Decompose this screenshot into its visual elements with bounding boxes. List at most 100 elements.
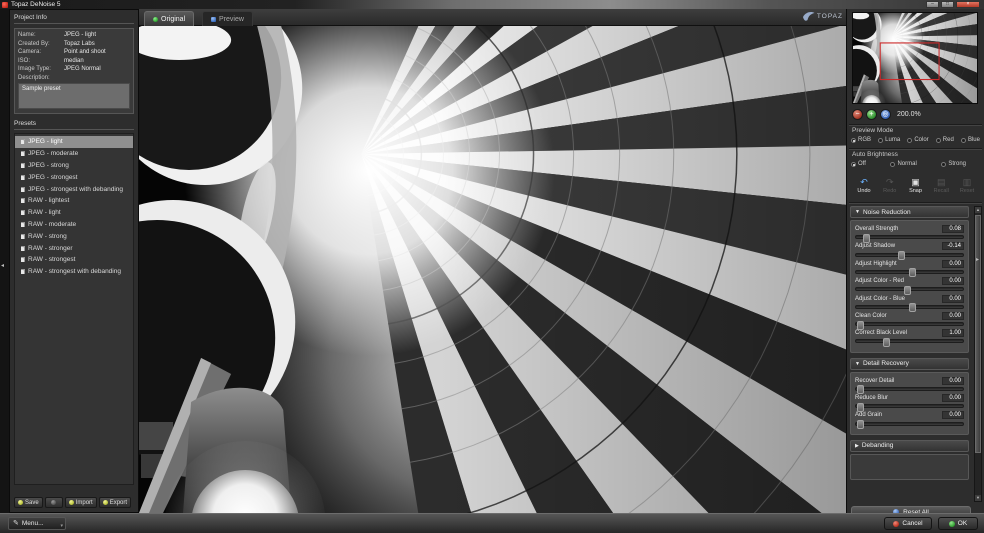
auto-brightness-option-off[interactable]: Off — [851, 161, 866, 167]
zoom-fit-button[interactable]: ◎ — [880, 109, 891, 120]
preset-item[interactable]: JPEG - strongest with debanding — [15, 183, 133, 195]
slider-value[interactable]: 0.00 — [942, 411, 964, 419]
slider-track[interactable] — [855, 322, 964, 326]
preset-item[interactable]: RAW - moderate — [15, 219, 133, 231]
toolbar-button-label: Redo — [883, 188, 896, 194]
slider-track[interactable] — [855, 270, 964, 274]
preset-item-label: RAW - light — [28, 209, 61, 216]
slider-value[interactable]: 0.00 — [942, 394, 964, 402]
slider-knob[interactable] — [857, 420, 864, 429]
reset-button[interactable]: ▥Reset — [955, 172, 979, 200]
slider-value[interactable]: 0.00 — [942, 295, 964, 303]
navigator-thumbnail[interactable] — [852, 12, 978, 104]
preset-item[interactable]: RAW - strongest — [15, 254, 133, 266]
slider-knob[interactable] — [904, 286, 911, 295]
redo-button[interactable]: ↷Redo — [878, 172, 902, 200]
auto-brightness-option-normal[interactable]: Normal — [890, 161, 916, 167]
slider-track[interactable] — [855, 404, 964, 408]
scrollbar-thumb[interactable] — [975, 215, 981, 453]
slider-track[interactable] — [855, 253, 964, 257]
slider-value[interactable]: 1.00 — [942, 329, 964, 337]
preset-item[interactable]: RAW - strongest with debanding — [15, 266, 133, 278]
zoom-out-button[interactable]: − — [852, 109, 863, 120]
import-preset-button[interactable]: Import — [65, 497, 97, 508]
close-button[interactable]: × — [956, 1, 980, 8]
description-field[interactable]: Sample preset — [18, 83, 130, 109]
export-preset-button[interactable]: Export — [99, 497, 131, 508]
redo-icon: ↷ — [886, 178, 894, 187]
slider-value[interactable]: 0.08 — [942, 225, 964, 233]
preset-item[interactable]: JPEG - strong — [15, 160, 133, 172]
maximize-button[interactable]: □ — [941, 1, 954, 8]
preset-file-icon — [21, 151, 25, 156]
slider-label: Recover Detail — [855, 378, 894, 384]
preview-mode-option-luma[interactable]: Luma — [878, 137, 900, 143]
adjustments-scrollbar[interactable]: ▲ ▼ — [974, 206, 982, 502]
preview-mode-option-color[interactable]: Color — [907, 137, 928, 143]
info-label: Name: — [18, 32, 64, 38]
slider-track[interactable] — [855, 339, 964, 343]
slider-track[interactable] — [855, 305, 964, 309]
radio-icon — [907, 138, 912, 143]
slider-knob[interactable] — [898, 251, 905, 260]
preset-item[interactable]: RAW - light — [15, 207, 133, 219]
cancel-button[interactable]: Cancel — [884, 517, 932, 530]
radio-icon — [878, 138, 883, 143]
slider-knob[interactable] — [863, 234, 870, 243]
topaz-logo: TOPAZ — [802, 11, 843, 22]
preview-mode-option-blue[interactable]: Blue — [961, 137, 980, 143]
minimize-button[interactable]: – — [926, 1, 939, 8]
snap-button[interactable]: ▣Snap — [904, 172, 928, 200]
slider-knob[interactable] — [909, 268, 916, 277]
slider-value[interactable]: -0.14 — [942, 242, 964, 250]
slider-knob[interactable] — [857, 385, 864, 394]
section-header-detail-recovery[interactable]: ▼Detail Recovery — [850, 358, 969, 370]
radio-label: Color — [914, 137, 928, 143]
project-info-box: Name:JPEG - lightCreated By:Topaz LabsCa… — [14, 28, 134, 114]
slider-knob[interactable] — [883, 338, 890, 347]
scroll-up-icon[interactable]: ▲ — [975, 207, 981, 213]
tab-preview[interactable]: Preview — [202, 11, 253, 26]
ok-button[interactable]: OK — [938, 517, 978, 530]
zoom-in-button[interactable]: + — [866, 109, 877, 120]
slider-track[interactable] — [855, 387, 964, 391]
collapse-right-icon[interactable]: ▸ — [976, 256, 979, 263]
preset-item[interactable]: JPEG - light — [15, 136, 133, 148]
left-panel-collapse-strip[interactable]: ◂ — [0, 9, 9, 513]
tab-original[interactable]: Original — [144, 11, 194, 26]
preset-item[interactable]: JPEG - moderate — [15, 148, 133, 160]
slider-track[interactable] — [855, 287, 964, 291]
slider-value[interactable]: 0.00 — [942, 312, 964, 320]
scroll-down-icon[interactable]: ▼ — [975, 495, 981, 501]
slider-value[interactable]: 0.00 — [942, 277, 964, 285]
preview-mode-option-rgb[interactable]: RGB — [851, 137, 871, 143]
radio-label: Normal — [897, 161, 916, 167]
project-info-row: Image Type:JPEG Normal — [18, 66, 130, 72]
undo-button[interactable]: ↶Undo — [852, 172, 876, 200]
preset-item[interactable]: RAW - strong — [15, 230, 133, 242]
title-bar[interactable]: Topaz DeNoise 5 – □ × — [0, 0, 984, 9]
section-header-debanding[interactable]: ▶Debanding — [850, 440, 969, 452]
slider-knob[interactable] — [857, 403, 864, 412]
menu-button[interactable]: ✎ Menu... ▾ — [8, 517, 66, 530]
preset-item[interactable]: RAW - lightest — [15, 195, 133, 207]
history-toolbar: ↶Undo↷Redo▣Snap▤Recall▥Reset — [850, 172, 981, 200]
slider-track[interactable] — [855, 422, 964, 426]
slider-value[interactable]: 0.00 — [942, 260, 964, 268]
section-header-noise-reduction[interactable]: ▼Noise Reduction — [850, 206, 969, 218]
preset-item[interactable]: RAW - stronger — [15, 242, 133, 254]
delete-preset-button[interactable] — [45, 497, 63, 508]
slider-track[interactable] — [855, 235, 964, 239]
image-canvas[interactable] — [139, 26, 846, 513]
preset-item[interactable]: JPEG - strongest — [15, 171, 133, 183]
expand-triangle-icon: ▶ — [855, 443, 859, 449]
slider-knob[interactable] — [857, 321, 864, 330]
export-icon — [103, 500, 108, 505]
auto-brightness-option-strong[interactable]: Strong — [941, 161, 966, 167]
preview-mode-option-red[interactable]: Red — [936, 137, 954, 143]
recall-icon: ▤ — [937, 178, 946, 187]
recall-button[interactable]: ▤Recall — [929, 172, 953, 200]
slider-value[interactable]: 0.00 — [942, 377, 964, 385]
slider-knob[interactable] — [909, 303, 916, 312]
save-preset-button[interactable]: Save — [14, 497, 43, 508]
